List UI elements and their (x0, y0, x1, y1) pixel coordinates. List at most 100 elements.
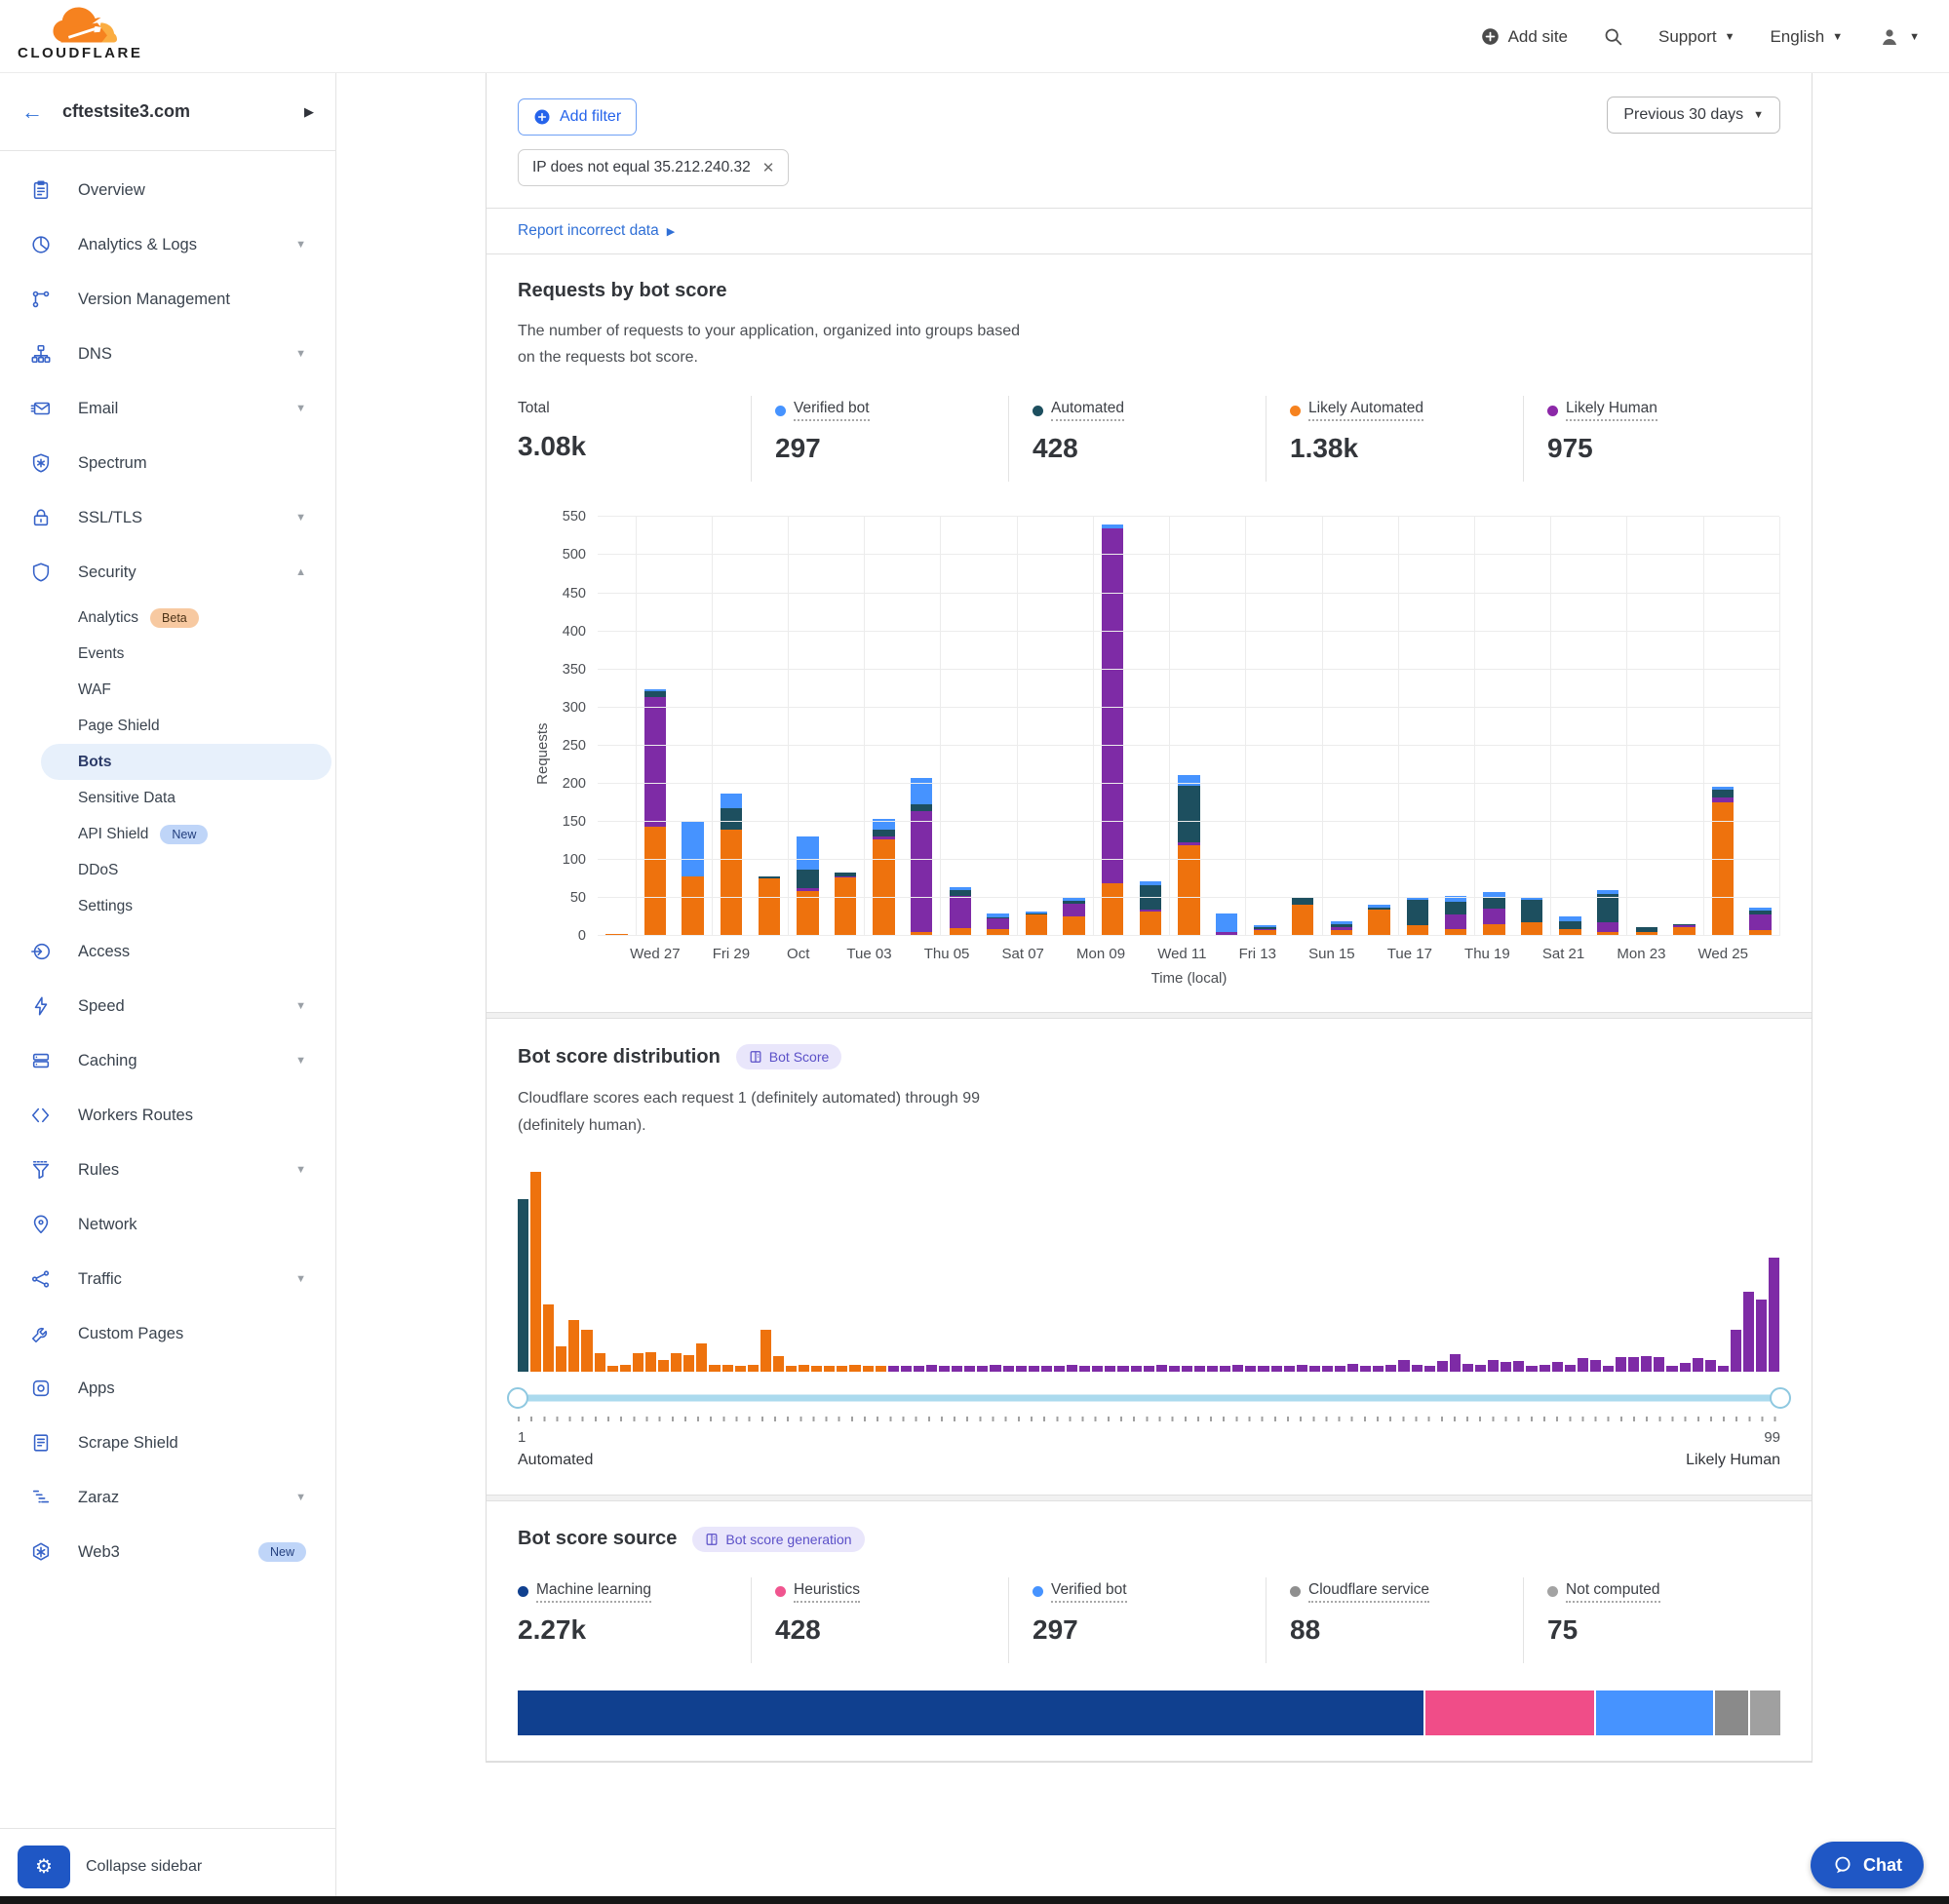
stat-label[interactable]: Likely Human (1566, 400, 1657, 421)
histogram-bar[interactable] (1526, 1366, 1537, 1372)
sidebar-item-email[interactable]: Email▼ (0, 381, 335, 436)
histogram-bar[interactable] (671, 1353, 682, 1372)
stat-label[interactable]: Likely Automated (1308, 400, 1423, 421)
sidebar-item-rules[interactable]: Rules▼ (0, 1143, 335, 1197)
histogram-bar[interactable] (760, 1330, 771, 1372)
stacked-bar[interactable] (1483, 892, 1504, 936)
histogram-bar[interactable] (1079, 1366, 1090, 1372)
sidebar-item-spectrum[interactable]: Spectrum (0, 436, 335, 490)
histogram-bar[interactable] (568, 1320, 579, 1371)
stat-label[interactable]: Verified bot (1051, 1581, 1127, 1603)
sidebar-subitem-analytics[interactable]: AnalyticsBeta (0, 600, 335, 636)
histogram-bar[interactable] (1232, 1365, 1243, 1372)
histogram-bar[interactable] (518, 1199, 528, 1371)
histogram-bar[interactable] (1373, 1366, 1384, 1372)
stacked-bar[interactable] (1140, 881, 1161, 936)
sidebar-item-caching[interactable]: Caching▼ (0, 1033, 335, 1088)
histogram-bar[interactable] (722, 1365, 733, 1372)
stat-label[interactable]: Automated (1051, 400, 1124, 421)
bot-score-generation-badge[interactable]: Bot score generation (692, 1527, 864, 1552)
account-menu[interactable]: ▼ (1878, 25, 1920, 49)
histogram-bar[interactable] (914, 1366, 924, 1372)
histogram-bar[interactable] (1258, 1366, 1268, 1372)
add-filter-button[interactable]: Add filter (518, 98, 637, 136)
histogram-bar[interactable] (1322, 1366, 1333, 1372)
stat-label[interactable]: Machine learning (536, 1581, 651, 1603)
stacked-bar[interactable] (1559, 916, 1580, 936)
stat-label[interactable]: Heuristics (794, 1581, 860, 1603)
filter-chip[interactable]: IP does not equal 35.212.240.32 ✕ (518, 149, 789, 186)
date-range-dropdown[interactable]: Previous 30 days ▼ (1607, 97, 1780, 134)
histogram-bar[interactable] (709, 1365, 720, 1372)
histogram-bar[interactable] (581, 1330, 592, 1372)
histogram-bar[interactable] (1360, 1366, 1371, 1372)
histogram-bar[interactable] (1540, 1365, 1550, 1372)
histogram-bar[interactable] (901, 1366, 912, 1372)
stacked-bar[interactable] (644, 689, 666, 936)
histogram-bar[interactable] (849, 1365, 860, 1372)
histogram-bar[interactable] (683, 1355, 694, 1372)
sidebar-subitem-waf[interactable]: WAF (0, 672, 335, 708)
histogram-bar[interactable] (1194, 1366, 1205, 1372)
stacked-bar[interactable] (835, 873, 856, 937)
histogram-bar[interactable] (773, 1356, 784, 1372)
histogram-bar[interactable] (1182, 1366, 1192, 1372)
stacked-bar[interactable] (797, 836, 818, 936)
stacked-bar[interactable] (1331, 921, 1352, 937)
histogram-bar[interactable] (837, 1366, 847, 1372)
histogram-bar[interactable] (1552, 1362, 1563, 1372)
histogram-bar[interactable] (1565, 1365, 1576, 1372)
histogram-bar[interactable] (556, 1346, 566, 1372)
cloudflare-logo[interactable]: CLOUDFLARE (18, 6, 144, 61)
histogram-bar[interactable] (1335, 1366, 1345, 1372)
histogram-bar[interactable] (1169, 1366, 1180, 1372)
remove-filter-icon[interactable]: ✕ (762, 159, 775, 176)
sidebar-item-analytics-logs[interactable]: Analytics & Logs▼ (0, 217, 335, 272)
sidebar-subitem-sensitive-data[interactable]: Sensitive Data (0, 780, 335, 816)
histogram-bar[interactable] (1041, 1366, 1052, 1372)
histogram-bar[interactable] (1718, 1366, 1729, 1372)
stacked-bar[interactable] (1178, 775, 1199, 936)
sidebar-item-scrape-shield[interactable]: Scrape Shield (0, 1416, 335, 1470)
histogram-bar[interactable] (1641, 1356, 1652, 1372)
histogram-bar[interactable] (1731, 1330, 1741, 1372)
stacked-bar[interactable] (1712, 787, 1734, 936)
histogram-bar[interactable] (1347, 1364, 1358, 1372)
histogram-bar[interactable] (595, 1353, 605, 1372)
sidebar-subitem-bots[interactable]: Bots (41, 744, 331, 780)
histogram-bar[interactable] (530, 1172, 541, 1372)
histogram-bar[interactable] (1144, 1366, 1154, 1372)
report-incorrect-data-link[interactable]: Report incorrect data ▶ (487, 209, 1812, 253)
histogram-bar[interactable] (1309, 1366, 1320, 1372)
histogram-bar[interactable] (1067, 1365, 1077, 1372)
histogram-bar[interactable] (1769, 1258, 1779, 1372)
sidebar-item-zaraz[interactable]: Zaraz▼ (0, 1470, 335, 1525)
histogram-bar[interactable] (977, 1366, 988, 1372)
histogram-bar[interactable] (1743, 1292, 1754, 1372)
histogram-bar[interactable] (786, 1366, 797, 1372)
histogram-bar[interactable] (543, 1304, 554, 1372)
stacked-bar[interactable] (721, 794, 742, 936)
histogram-bar[interactable] (1501, 1362, 1511, 1372)
histogram-bar[interactable] (1666, 1366, 1677, 1372)
histogram-bar[interactable] (658, 1360, 669, 1372)
histogram-bar[interactable] (1297, 1365, 1307, 1372)
sidebar-item-access[interactable]: Access (0, 924, 335, 979)
chevron-right-icon[interactable]: ▶ (304, 104, 314, 120)
histogram-bar[interactable] (633, 1353, 643, 1372)
histogram-bar[interactable] (799, 1365, 809, 1372)
sidebar-item-custom-pages[interactable]: Custom Pages (0, 1306, 335, 1361)
histogram-bar[interactable] (735, 1366, 746, 1372)
histogram-bar[interactable] (1628, 1357, 1639, 1371)
histogram-bar[interactable] (1398, 1360, 1409, 1372)
histogram-bar[interactable] (1016, 1366, 1027, 1372)
histogram-bar[interactable] (1424, 1366, 1435, 1372)
histogram-bar[interactable] (888, 1366, 899, 1372)
slider-handle-min[interactable] (507, 1387, 528, 1409)
histogram-bar[interactable] (1385, 1365, 1396, 1372)
collapse-sidebar-button[interactable]: Collapse sidebar (86, 1858, 202, 1876)
stacked-bar[interactable] (911, 778, 932, 937)
histogram-bar[interactable] (1220, 1366, 1230, 1372)
histogram-bar[interactable] (1156, 1365, 1167, 1372)
histogram-bar[interactable] (1450, 1354, 1461, 1372)
